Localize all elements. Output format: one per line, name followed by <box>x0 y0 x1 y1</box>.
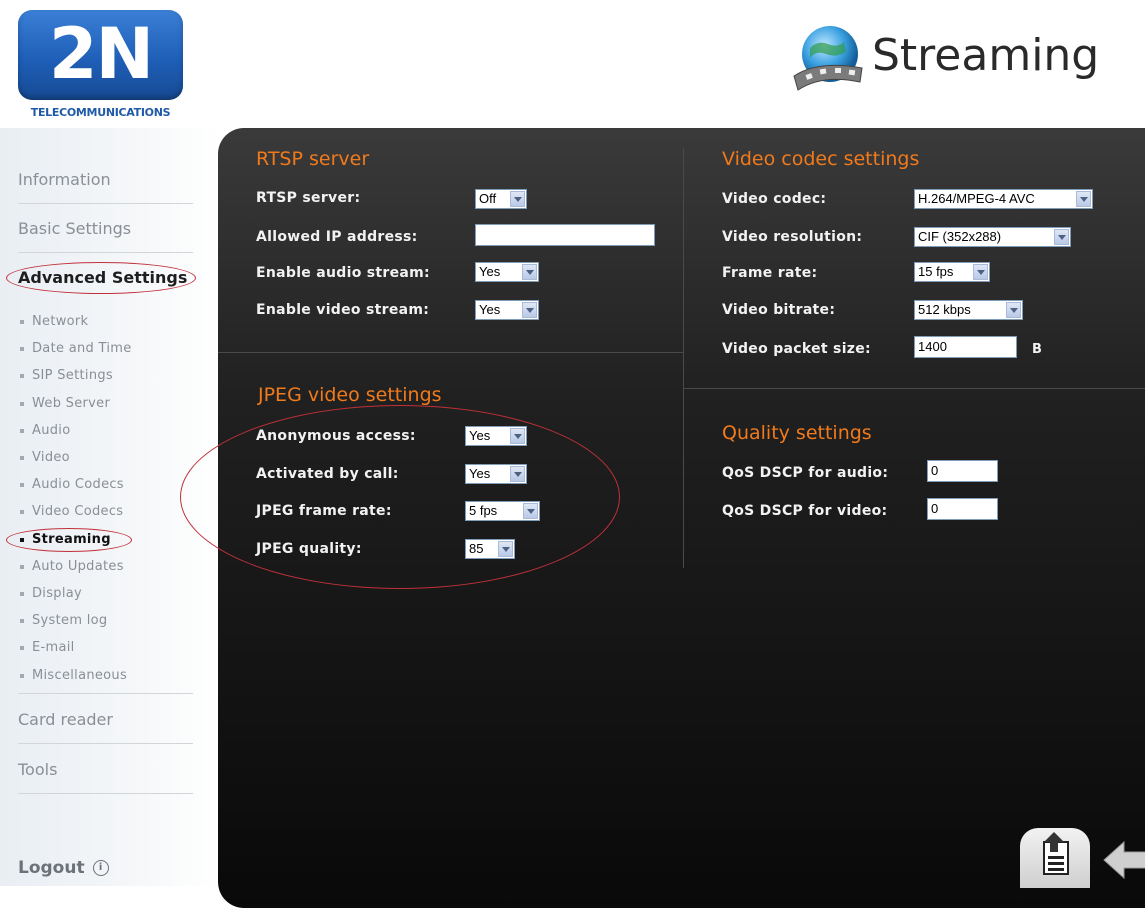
sidebar-divider <box>18 252 193 253</box>
enable-video-stream-select[interactable]: Yes <box>475 300 539 320</box>
sidebar-item-information[interactable]: Information <box>18 170 111 189</box>
sidebar-subitem-video-codecs[interactable]: Video Codecs <box>20 504 123 519</box>
frame-rate-select[interactable]: 15 fps <box>914 262 990 282</box>
sidebar-subitem-date-and-time[interactable]: Date and Time <box>20 341 132 356</box>
quality-section-title: Quality settings <box>722 422 872 444</box>
sidebar-divider <box>18 693 193 694</box>
back-button[interactable] <box>1098 836 1145 886</box>
chevron-down-icon <box>522 302 537 318</box>
sidebar-item-card-reader[interactable]: Card reader <box>18 710 113 729</box>
page-title: Streaming <box>872 30 1100 81</box>
sidebar-subitem-auto-updates[interactable]: Auto Updates <box>20 559 124 574</box>
sidebar-subitem-miscellaneous[interactable]: Miscellaneous <box>20 668 127 683</box>
advanced-settings-highlight-ring <box>6 262 196 294</box>
video-bitrate-select[interactable]: 512 kbps <box>914 300 1023 320</box>
rtsp-server-label: RTSP server: <box>256 190 361 206</box>
logo-badge: 2N <box>18 10 183 100</box>
sidebar-subitem-display[interactable]: Display <box>20 586 82 601</box>
qos-dscp-audio-label: QoS DSCP for audio: <box>722 465 889 481</box>
allowed-ip-label: Allowed IP address: <box>256 229 418 245</box>
video-resolution-label: Video resolution: <box>722 229 863 245</box>
sidebar-subitem-e-mail[interactable]: E-mail <box>20 640 75 655</box>
chevron-down-icon <box>1006 302 1021 318</box>
video-resolution-select[interactable]: CIF (352x288) <box>914 227 1071 247</box>
save-button[interactable] <box>1020 828 1090 888</box>
sidebar-item-basic-settings[interactable]: Basic Settings <box>18 219 131 238</box>
sidebar-divider <box>18 743 193 744</box>
sidebar-divider <box>18 203 193 204</box>
streaming-highlight-ring <box>6 528 132 552</box>
rtsp-section-title: RTSP server <box>256 148 370 170</box>
chevron-down-icon <box>1076 191 1091 207</box>
sidebar-subitem-audio-codecs[interactable]: Audio Codecs <box>20 477 124 492</box>
power-icon: i <box>92 860 109 876</box>
logout-label: Logout <box>18 858 85 878</box>
sidebar-subitem-system-log[interactable]: System log <box>20 613 107 628</box>
qos-dscp-video-label: QoS DSCP for video: <box>722 503 888 519</box>
video-codec-label: Video codec: <box>722 191 827 207</box>
enable-audio-stream-select[interactable]: Yes <box>475 262 539 282</box>
sidebar-item-tools[interactable]: Tools <box>18 760 57 779</box>
enable-video-stream-label: Enable video stream: <box>256 302 430 318</box>
logout-link[interactable]: Logout i <box>18 858 109 878</box>
jpeg-section-title: JPEG video settings <box>258 384 442 406</box>
sidebar-subitem-audio[interactable]: Audio <box>20 423 70 438</box>
brand-logo[interactable]: 2N TELECOMMUNICATIONS <box>18 10 183 120</box>
film-globe-icon <box>788 18 868 98</box>
frame-rate-label: Frame rate: <box>722 265 818 281</box>
video-packet-size-input[interactable]: 1400 <box>914 336 1017 358</box>
sidebar-subitem-web-server[interactable]: Web Server <box>20 396 110 411</box>
video-codec-section-title: Video codec settings <box>722 148 920 170</box>
video-packet-size-label: Video packet size: <box>722 341 871 357</box>
chevron-down-icon <box>973 264 988 280</box>
chevron-down-icon <box>510 191 525 207</box>
rtsp-server-select[interactable]: Off <box>475 189 527 209</box>
logo-subtitle: TELECOMMUNICATIONS <box>30 106 171 119</box>
chevron-down-icon <box>1054 229 1069 245</box>
logo-mark: 2N <box>48 13 154 95</box>
chevron-down-icon <box>522 264 537 280</box>
jpeg-settings-highlight-ring <box>180 405 620 589</box>
save-document-icon <box>1043 832 1069 875</box>
sidebar-subitem-network[interactable]: Network <box>20 314 88 329</box>
packet-size-unit: B <box>1032 342 1042 357</box>
sidebar-subitem-video[interactable]: Video <box>20 450 70 465</box>
section-divider <box>683 388 1145 389</box>
column-divider <box>683 148 684 568</box>
allowed-ip-input[interactable] <box>475 224 655 246</box>
back-arrow-icon <box>1103 840 1145 880</box>
video-codec-select[interactable]: H.264/MPEG-4 AVC <box>914 189 1093 209</box>
qos-dscp-video-input[interactable]: 0 <box>927 498 998 520</box>
sidebar-subitem-sip-settings[interactable]: SIP Settings <box>20 368 113 383</box>
qos-dscp-audio-input[interactable]: 0 <box>927 460 998 482</box>
enable-audio-stream-label: Enable audio stream: <box>256 265 430 281</box>
video-bitrate-label: Video bitrate: <box>722 302 836 318</box>
section-divider <box>218 352 683 353</box>
sidebar-divider <box>18 793 193 794</box>
